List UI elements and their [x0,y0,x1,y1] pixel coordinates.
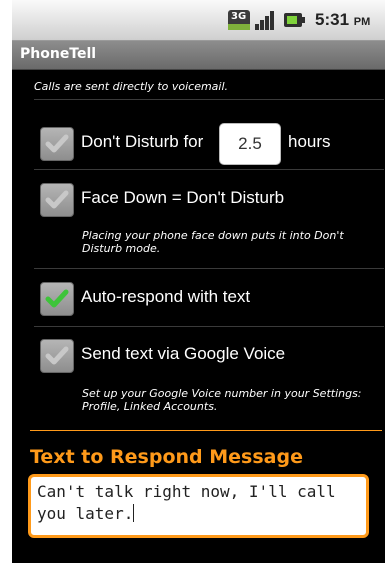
auto-respond-row[interactable]: Auto-respond with text [12,276,385,322]
app-title: PhoneTell [20,46,97,62]
respond-message-text: Can't talk right now, I'll call you late… [37,482,336,523]
google-voice-description: Set up your Google Voice number in your … [82,387,362,413]
message-section-header: Text to Respond Message [30,446,303,468]
clock-ampm: PM [353,16,371,28]
face-down-description: Placing your phone face down puts it int… [82,229,344,255]
divider [34,169,384,170]
checkmark-icon [45,190,69,209]
checkmark-icon [45,346,69,365]
app-title-bar: PhoneTell [12,41,385,70]
dont-disturb-label: Don't Disturb for [81,132,204,151]
3g-data-icon: 3G [228,10,250,30]
clock-time: 5:31 [315,10,350,29]
divider [34,268,384,269]
dont-disturb-row[interactable]: Don't Disturb for 2.5 hours [12,121,385,167]
google-voice-checkbox[interactable] [40,339,74,373]
auto-respond-checkbox[interactable] [40,282,74,316]
dont-disturb-checkbox[interactable] [40,127,74,161]
phone-screen: 3G 5:31 PM PhoneTell Calls are sent dire… [12,0,385,563]
voicemail-note: Calls are sent directly to voicemail. [34,80,229,93]
status-clock: 5:31 PM [315,10,370,30]
signal-strength-icon [255,10,277,30]
respond-message-input[interactable]: Can't talk right now, I'll call you late… [28,474,369,538]
face-down-row[interactable]: Face Down = Don't Disturb [12,177,385,223]
divider [34,99,384,100]
status-bar: 3G 5:31 PM [12,0,385,41]
google-voice-label: Send text via Google Voice [81,344,286,363]
checkmark-icon [45,289,69,308]
section-rule [30,430,382,431]
face-down-checkbox[interactable] [40,183,74,217]
text-caret [133,504,135,522]
battery-icon [284,10,306,30]
divider [34,326,384,327]
auto-respond-label: Auto-respond with text [81,287,251,306]
hours-label: hours [288,132,331,151]
face-down-label: Face Down = Don't Disturb [81,188,285,207]
hours-input[interactable]: 2.5 [219,123,281,165]
google-voice-row[interactable]: Send text via Google Voice [12,333,385,379]
checkmark-icon [45,134,69,153]
